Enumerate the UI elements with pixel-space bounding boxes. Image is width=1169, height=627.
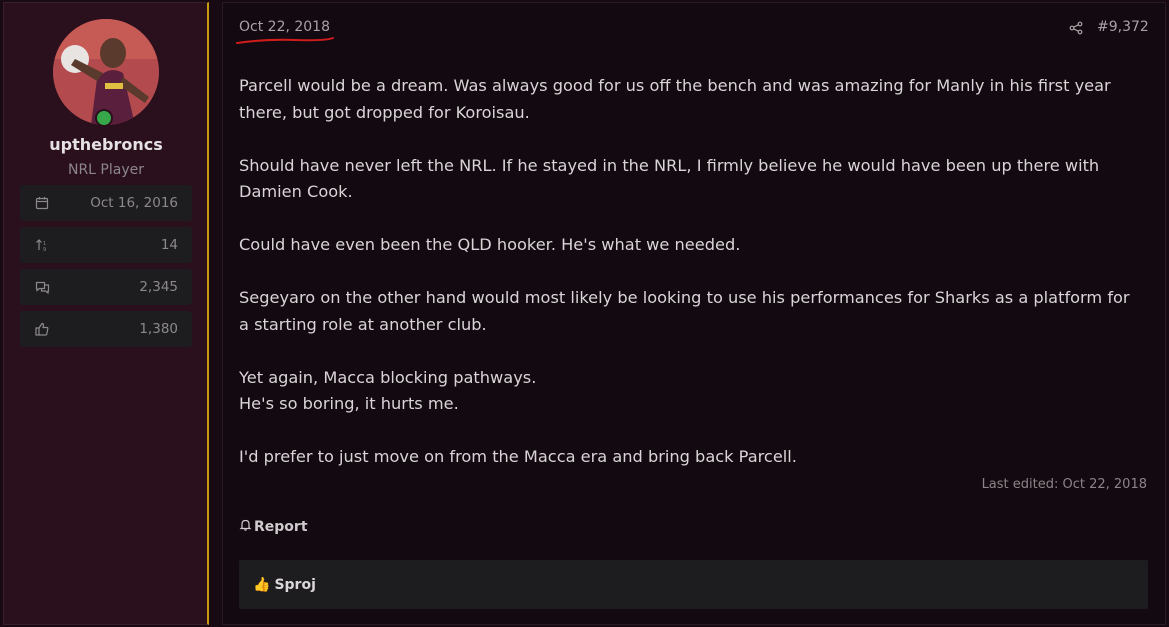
username[interactable]: upthebroncs [4, 135, 208, 154]
user-title: NRL Player [67, 162, 144, 178]
paragraph: He's so boring, it hurts me. [239, 394, 459, 413]
post-content: Oct 22, 2018 #9,372 Parcell would be a d… [222, 2, 1166, 625]
stat-messages: 2,345 [20, 269, 192, 305]
paragraph: Segeyaro on the other hand would most li… [239, 288, 1130, 334]
online-status-icon [95, 109, 113, 127]
paragraph: Should have never left the NRL. If he st… [239, 155, 1100, 202]
stat-value: 14 [160, 237, 178, 253]
paragraph: I'd prefer to just move on from the Macc… [239, 447, 797, 466]
post-number-link[interactable]: #9,372 [1097, 19, 1149, 35]
bell-icon [239, 518, 252, 535]
report-label: Report [254, 518, 308, 535]
user-sidebar: upthebroncs NRL Player Oct 16, 2016 19 1… [3, 2, 209, 625]
messages-icon [34, 279, 50, 295]
red-underline-annotation [236, 37, 334, 44]
reaction-user-link[interactable]: Sproj [274, 577, 315, 593]
report-button[interactable]: Report [239, 518, 308, 535]
share-icon[interactable] [1069, 20, 1085, 36]
stat-joined: Oct 16, 2016 [20, 185, 192, 221]
thumbs-up-icon [34, 321, 50, 337]
svg-text:9: 9 [43, 247, 46, 252]
post-body: Parcell would be a dream. Was always goo… [239, 73, 1139, 497]
stat-reactions: 1,380 [20, 311, 192, 347]
thumbs-up-emoji-icon: 👍 [253, 576, 271, 593]
sort-arrows-icon: 19 [34, 237, 50, 253]
stat-value: 2,345 [139, 279, 178, 295]
stat-value: Oct 16, 2016 [90, 195, 178, 211]
reactions-bar: 👍 Sproj [239, 560, 1148, 609]
calendar-icon [34, 195, 50, 211]
paragraph: Yet again, Macca blocking pathways. [239, 367, 537, 387]
last-edited: Last edited: Oct 22, 2018 [981, 477, 1147, 492]
paragraph: Could have even been the QLD hooker. He'… [239, 235, 741, 254]
stat-trophy-points: 19 14 [20, 227, 192, 263]
stat-value: 1,380 [139, 321, 178, 337]
post-date[interactable]: Oct 22, 2018 [239, 19, 330, 35]
paragraph: Parcell would be a dream. Was always goo… [239, 76, 1111, 122]
